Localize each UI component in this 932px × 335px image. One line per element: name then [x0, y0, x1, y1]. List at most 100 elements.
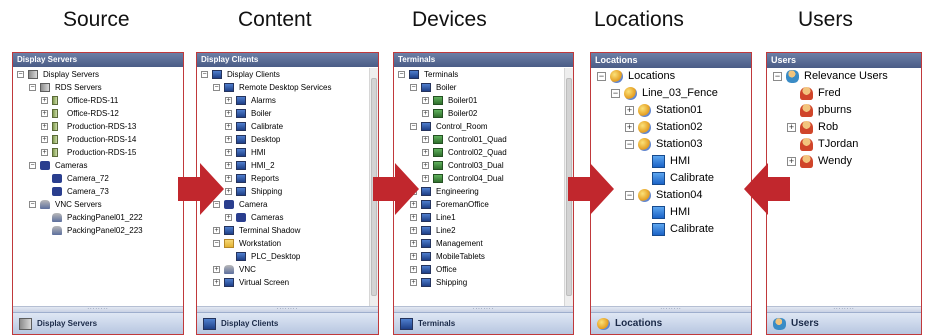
expand-icon[interactable]: +	[225, 175, 232, 182]
tree-node[interactable]: + ForemanOffice	[394, 198, 573, 211]
collapse-icon[interactable]: −	[29, 84, 36, 91]
expand-icon[interactable]: +	[410, 279, 417, 286]
collapse-icon[interactable]: −	[625, 140, 634, 149]
expand-icon[interactable]: +	[625, 123, 634, 132]
collapse-icon[interactable]: −	[29, 201, 36, 208]
expand-icon[interactable]: +	[41, 149, 48, 156]
tree-node[interactable]: − VNC Servers	[13, 198, 183, 211]
tree-node[interactable]: − Cameras	[13, 159, 183, 172]
tree-node[interactable]: − Terminals	[394, 68, 573, 81]
tree-node[interactable]: Calibrate	[591, 170, 751, 187]
collapse-icon[interactable]: −	[213, 240, 220, 247]
devices-tree[interactable]: − Terminals − Boiler + Boiler01 + Boiler02− Cont…	[394, 68, 573, 306]
tree-node[interactable]: − Control_Room	[394, 120, 573, 133]
tree-node[interactable]: HMI	[591, 153, 751, 170]
tree-node[interactable]: + HMI	[197, 146, 378, 159]
tree-node[interactable]: + Boiler02	[394, 107, 573, 120]
collapse-icon[interactable]: −	[611, 89, 620, 98]
tree-node[interactable]: − Station03	[591, 136, 751, 153]
expand-icon[interactable]: +	[225, 214, 232, 221]
tree-node[interactable]: + Line2	[394, 224, 573, 237]
expand-icon[interactable]: +	[225, 110, 232, 117]
expand-icon[interactable]: +	[41, 123, 48, 130]
collapse-icon[interactable]: −	[213, 84, 220, 91]
tree-node[interactable]: + Office-RDS-12	[13, 107, 183, 120]
tree-node[interactable]: TJordan	[767, 136, 921, 153]
tree-node[interactable]: PackingPanel02_223	[13, 224, 183, 237]
users-footer-button[interactable]: Users	[767, 312, 921, 334]
expand-icon[interactable]: +	[225, 162, 232, 169]
tree-node[interactable]: + Alarms	[197, 94, 378, 107]
expand-icon[interactable]: +	[410, 240, 417, 247]
expand-icon[interactable]: +	[225, 97, 232, 104]
collapse-icon[interactable]: −	[625, 191, 634, 200]
tree-node[interactable]: − RDS Servers	[13, 81, 183, 94]
collapse-icon[interactable]: −	[597, 72, 606, 81]
collapse-icon[interactable]: −	[773, 72, 782, 81]
expand-icon[interactable]: +	[41, 136, 48, 143]
tree-node[interactable]: − Remote Desktop Services	[197, 81, 378, 94]
tree-node[interactable]: − Workstation	[197, 237, 378, 250]
expand-icon[interactable]: +	[410, 214, 417, 221]
collapse-icon[interactable]: −	[17, 71, 24, 78]
tree-node[interactable]: − Display Clients	[197, 68, 378, 81]
tree-node[interactable]: + Boiler01	[394, 94, 573, 107]
expand-icon[interactable]: +	[410, 266, 417, 273]
expand-icon[interactable]: +	[225, 123, 232, 130]
tree-node[interactable]: − Boiler	[394, 81, 573, 94]
tree-node[interactable]: Calibrate	[591, 221, 751, 238]
collapse-icon[interactable]: −	[201, 71, 208, 78]
tree-node[interactable]: + Production-RDS-15	[13, 146, 183, 159]
tree-node[interactable]: − Line_03_Fence	[591, 85, 751, 102]
tree-node[interactable]: + Calibrate	[197, 120, 378, 133]
tree-node[interactable]: + Control03_Dual	[394, 159, 573, 172]
tree-node[interactable]: − Locations	[591, 68, 751, 85]
source-tree[interactable]: − Display Servers − RDS Servers + Office-RDS-…	[13, 68, 183, 306]
expand-icon[interactable]: +	[625, 106, 634, 115]
expand-icon[interactable]: +	[213, 279, 220, 286]
expand-icon[interactable]: +	[422, 136, 429, 143]
tree-node[interactable]: − Camera	[197, 198, 378, 211]
tree-node[interactable]: + Shipping	[197, 185, 378, 198]
users-tree[interactable]: − Relevance Users Fred pburns + Rob TJordan + We…	[767, 68, 921, 306]
tree-node[interactable]: + Wendy	[767, 153, 921, 170]
tree-node[interactable]: + Shipping	[394, 276, 573, 289]
tree-node[interactable]: HMI	[591, 204, 751, 221]
tree-node[interactable]: +Engineering	[394, 185, 573, 198]
tree-node[interactable]: PackingPanel01_222	[13, 211, 183, 224]
tree-node[interactable]: + Production-RDS-13	[13, 120, 183, 133]
expand-icon[interactable]: +	[422, 162, 429, 169]
tree-node[interactable]: − Station04	[591, 187, 751, 204]
locations-footer-button[interactable]: Locations	[591, 312, 751, 334]
tree-node[interactable]: + Control04_Dual	[394, 172, 573, 185]
content-tree[interactable]: − Display Clients − Remote Desktop Services…	[197, 68, 378, 306]
expand-icon[interactable]: +	[225, 136, 232, 143]
expand-icon[interactable]: +	[410, 253, 417, 260]
tree-node[interactable]: + Control01_Quad	[394, 133, 573, 146]
tree-node[interactable]: + Virtual Screen	[197, 276, 378, 289]
tree-node[interactable]: + Station01	[591, 102, 751, 119]
tree-node[interactable]: + Desktop	[197, 133, 378, 146]
expand-icon[interactable]: +	[422, 149, 429, 156]
collapse-icon[interactable]: −	[398, 71, 405, 78]
expand-icon[interactable]: +	[410, 227, 417, 234]
tree-node[interactable]: Fred	[767, 85, 921, 102]
collapse-icon[interactable]: −	[410, 84, 417, 91]
tree-node[interactable]: + Production-RDS-14	[13, 133, 183, 146]
tree-node[interactable]: Camera_73	[13, 185, 183, 198]
tree-node[interactable]: PLC_Desktop	[197, 250, 378, 263]
tree-node[interactable]: Camera_72	[13, 172, 183, 185]
expand-icon[interactable]: +	[41, 97, 48, 104]
tree-node[interactable]: + Terminal Shadow	[197, 224, 378, 237]
expand-icon[interactable]: +	[41, 110, 48, 117]
collapse-icon[interactable]: −	[29, 162, 36, 169]
collapse-icon[interactable]: −	[410, 123, 417, 130]
tree-node[interactable]: + Management	[394, 237, 573, 250]
expand-icon[interactable]: +	[225, 149, 232, 156]
source-footer-button[interactable]: Display Servers	[13, 312, 183, 334]
tree-node[interactable]: + Control02_Quad	[394, 146, 573, 159]
expand-icon[interactable]: +	[422, 110, 429, 117]
content-footer-button[interactable]: Display Clients	[197, 312, 378, 334]
tree-node[interactable]: − Relevance Users	[767, 68, 921, 85]
devices-footer-button[interactable]: Terminals	[394, 312, 573, 334]
